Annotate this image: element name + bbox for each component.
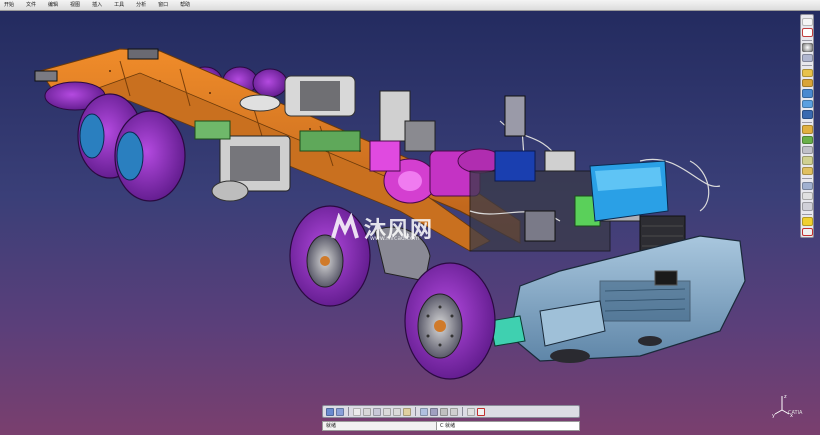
iso-view-icon[interactable] (420, 407, 428, 416)
cab-front (489, 235, 746, 363)
toolbar-separator (802, 121, 812, 123)
select-icon[interactable] (801, 18, 813, 27)
normal-view-icon[interactable] (403, 407, 411, 416)
part-icon[interactable] (801, 68, 813, 78)
truck-chassis-model (34, 48, 746, 380)
right-toolbar (800, 14, 814, 238)
hole-icon[interactable] (801, 110, 813, 119)
menu-tools[interactable]: 工具 (108, 0, 130, 10)
light-icon[interactable] (801, 217, 813, 226)
shading-icon[interactable] (430, 407, 438, 416)
middle-wheel (289, 205, 371, 307)
view-toolbar (322, 405, 580, 418)
toolbar-separator (802, 177, 812, 179)
compass-y-label: y (772, 413, 775, 418)
toolbar-separator (348, 407, 349, 416)
fly-icon[interactable] (326, 407, 334, 416)
zoom-out-icon[interactable] (393, 407, 401, 416)
toolbar-separator (802, 213, 812, 215)
command-input[interactable]: C 就绪 (436, 422, 579, 430)
view-mode-icon[interactable] (467, 407, 475, 416)
shaft-icon[interactable] (801, 99, 813, 109)
menu-start[interactable]: 开始 (0, 0, 20, 10)
cube-icon[interactable] (801, 53, 813, 63)
sketch-icon[interactable] (801, 28, 813, 37)
front-fender (374, 226, 431, 282)
menu-help[interactable]: 帮助 (174, 0, 196, 10)
walk-icon[interactable] (336, 407, 344, 416)
thickness-icon[interactable] (801, 166, 813, 175)
menu-window[interactable]: 窗口 (152, 0, 174, 10)
rotate-icon[interactable] (373, 407, 381, 416)
line-icon[interactable] (801, 202, 813, 211)
menu-bar: 开始 文件 编辑 视图 插入 工具 分析 窗口 帮助 (0, 0, 820, 11)
3d-viewport[interactable]: 沐风网 www.mfcad.com (0, 11, 800, 403)
toolbar-separator (802, 39, 812, 41)
pocket-icon[interactable] (801, 89, 813, 98)
menu-analysis[interactable]: 分析 (130, 0, 152, 10)
pad-icon[interactable] (801, 79, 813, 88)
fillet-icon[interactable] (801, 125, 813, 134)
plane-icon[interactable] (801, 181, 813, 190)
menu-insert[interactable]: 插入 (86, 0, 108, 10)
hide-show-icon[interactable] (440, 407, 448, 416)
command-bar: 就绪 C 就绪 (322, 421, 580, 431)
point-icon[interactable] (801, 191, 813, 201)
compass-z-label: z (784, 394, 787, 400)
toolbar-separator (462, 407, 463, 416)
toolbar-separator (415, 407, 416, 416)
status-text: 就绪 (326, 423, 337, 429)
shell-icon[interactable] (801, 156, 813, 165)
menu-edit[interactable]: 编辑 (42, 0, 64, 10)
pan-icon[interactable] (363, 407, 371, 416)
menu-view[interactable]: 视图 (64, 0, 86, 10)
properties-icon[interactable] (477, 407, 485, 416)
fit-all-icon[interactable] (353, 407, 361, 416)
chamfer-icon[interactable] (801, 135, 813, 144)
measure-icon[interactable] (801, 227, 813, 237)
draft-icon[interactable] (801, 145, 813, 155)
swap-icon[interactable] (450, 407, 458, 416)
sphere-icon[interactable] (801, 43, 813, 52)
front-wheel (404, 262, 496, 380)
zoom-in-icon[interactable] (383, 407, 391, 416)
menu-file[interactable]: 文件 (20, 0, 42, 10)
toolbar-separator (802, 65, 812, 66)
catia-logo: CATIA (788, 410, 803, 416)
